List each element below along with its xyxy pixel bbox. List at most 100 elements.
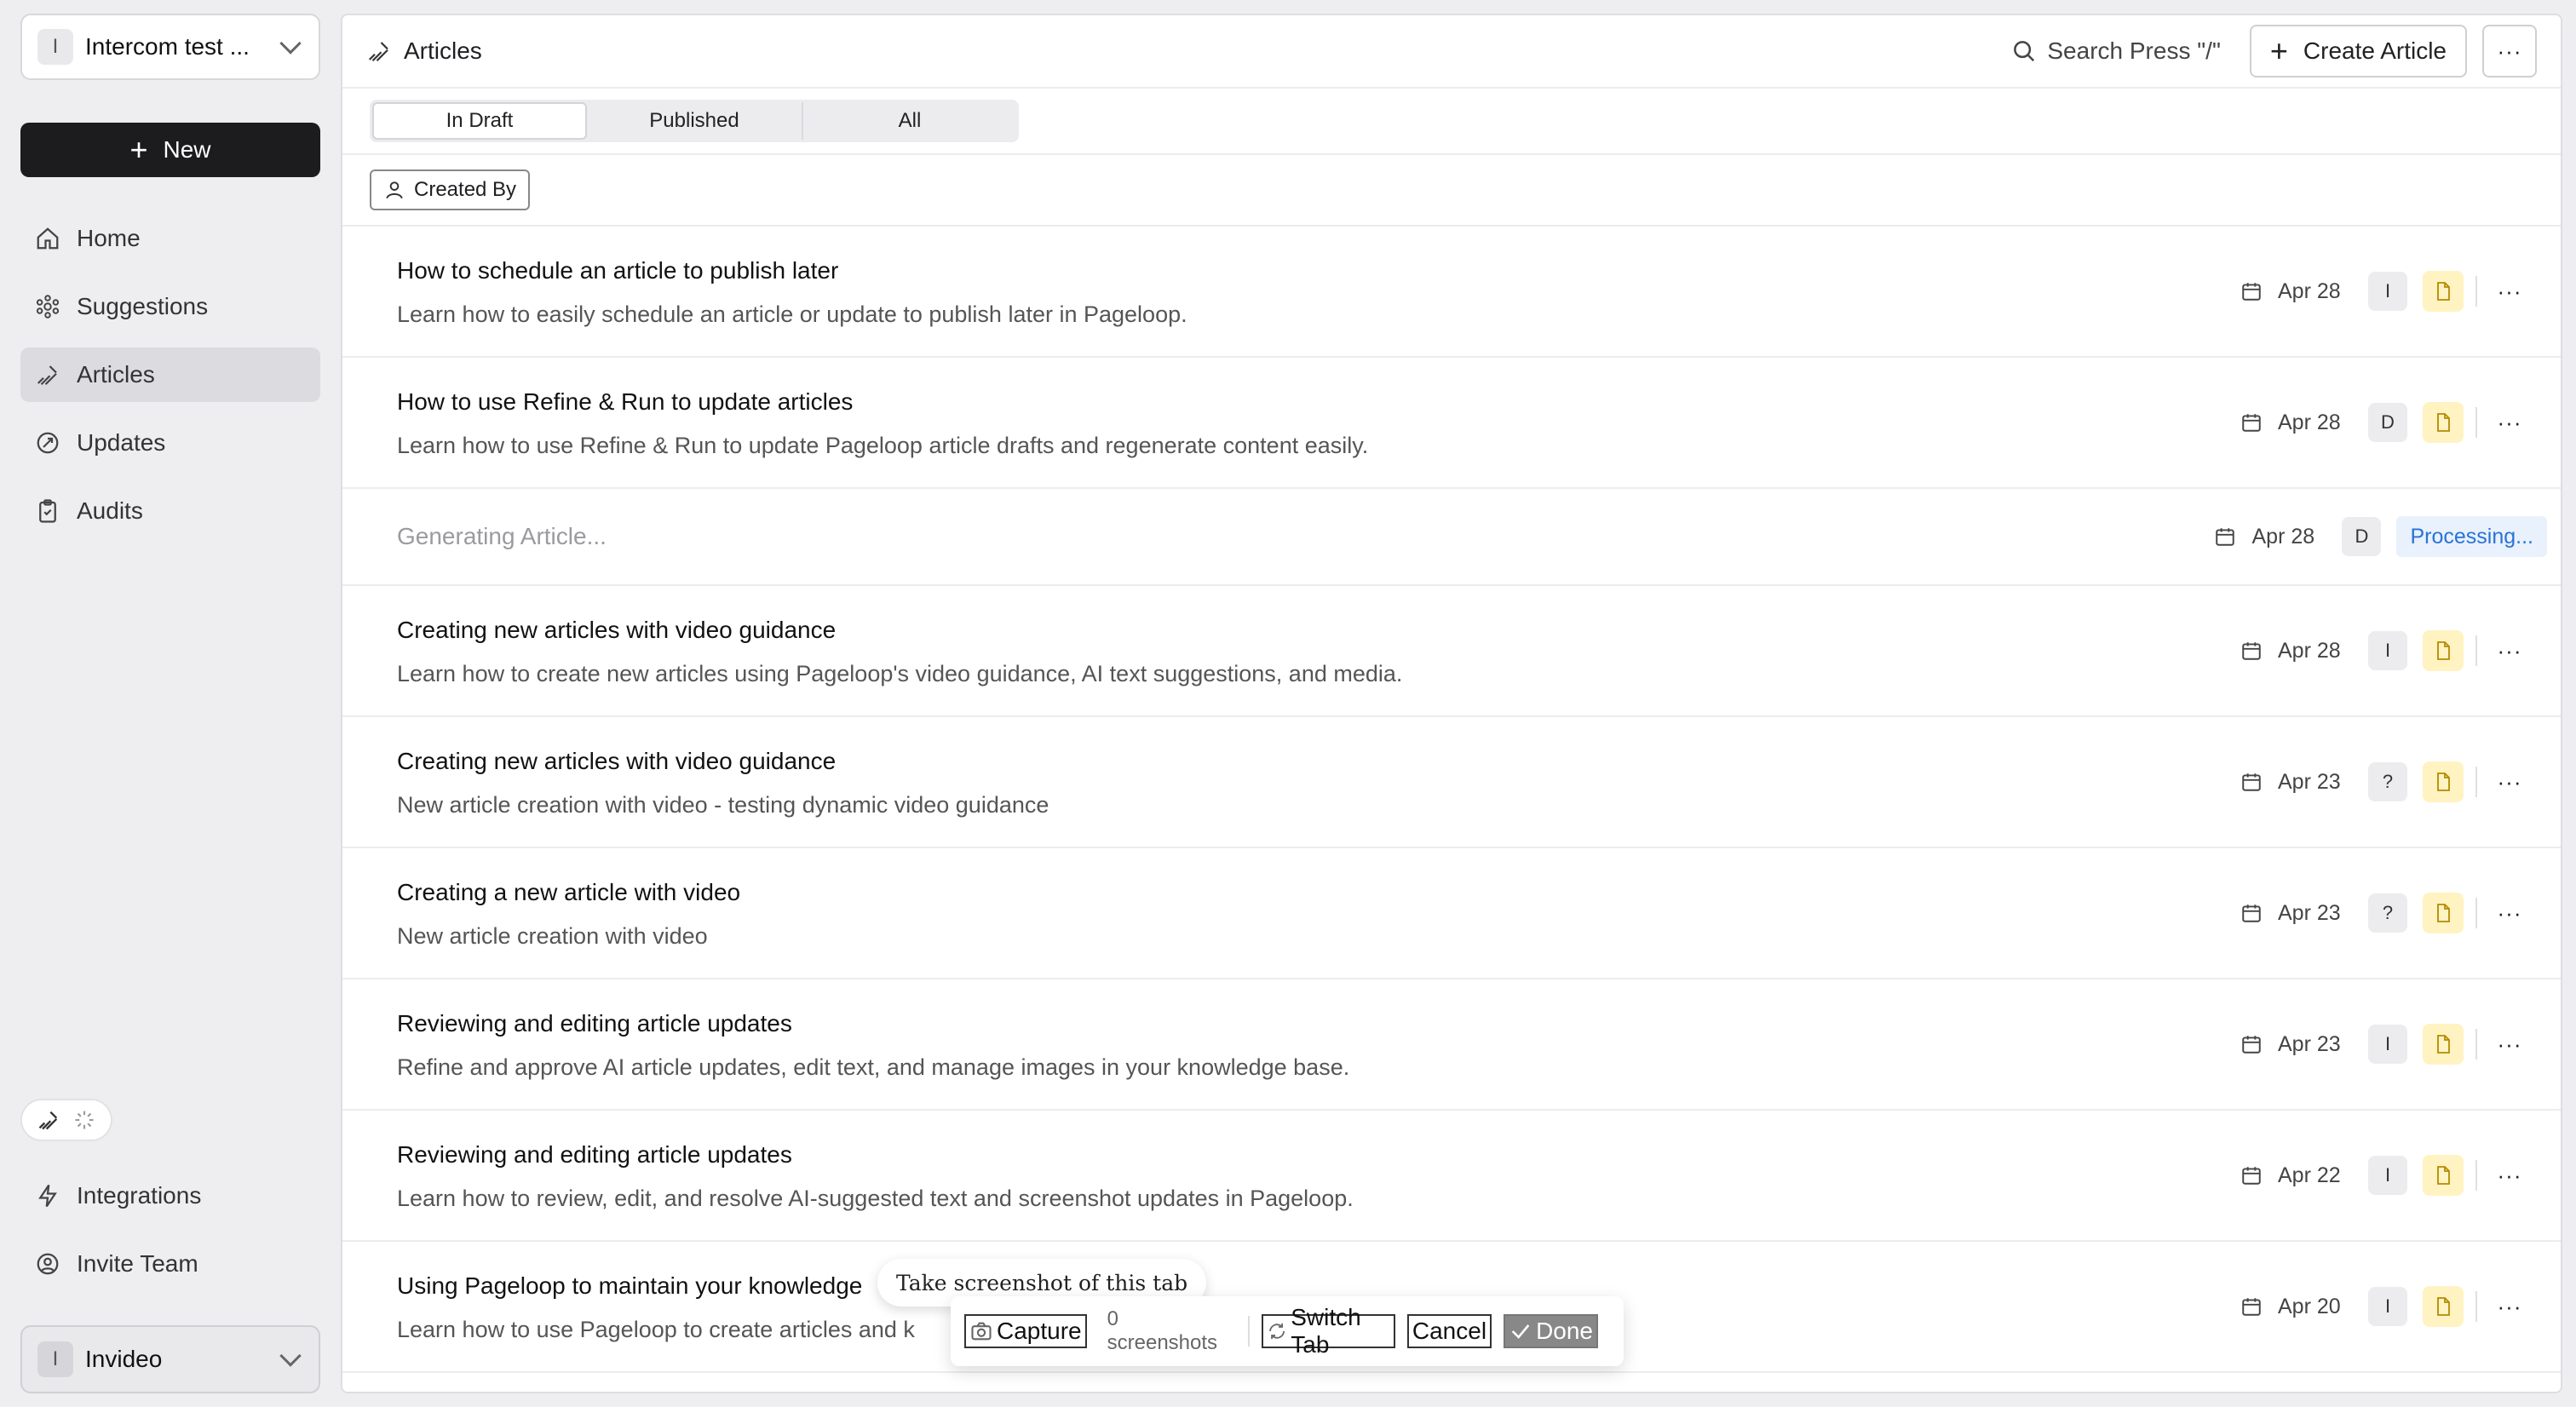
filter-label: Created By <box>414 178 517 201</box>
row-more-button[interactable]: ··· <box>2496 1031 2523 1058</box>
table-row[interactable]: Reviewing and editing article updates Le… <box>342 1111 2561 1242</box>
status-toggle[interactable] <box>20 1099 112 1141</box>
article-list: How to schedule an article to publish la… <box>342 227 2561 1373</box>
tab-in-draft[interactable]: In Draft <box>372 102 587 140</box>
document-icon[interactable] <box>2423 271 2464 312</box>
camera-icon <box>971 1322 992 1341</box>
table-row[interactable]: Reviewing and editing article updates Re… <box>342 979 2561 1111</box>
row-more-button[interactable]: ··· <box>2496 769 2523 795</box>
header: Articles Search Press "/" + Create Artic… <box>342 15 2561 89</box>
search-button[interactable]: Search Press "/" <box>2011 37 2221 65</box>
capture-button[interactable]: Capture <box>964 1314 1087 1348</box>
sidebar-item-label: Invite Team <box>77 1250 198 1277</box>
calendar-icon <box>2242 1036 2261 1054</box>
workspace-avatar: I <box>37 29 73 65</box>
switch-tab-button[interactable]: Switch Tab <box>1262 1304 1395 1358</box>
row-more-button[interactable]: ··· <box>2496 900 2523 927</box>
sidebar: I Intercom test ... + New Home Suggestio… <box>0 0 341 1407</box>
article-description: Refine and approve AI article updates, e… <box>397 1054 1350 1080</box>
table-row[interactable]: How to schedule an article to publish la… <box>342 227 2561 358</box>
row-more-button[interactable]: ··· <box>2496 638 2523 664</box>
new-button[interactable]: + New <box>20 123 320 177</box>
articles-panel: Articles Search Press "/" + Create Artic… <box>341 14 2562 1393</box>
sidebar-item-suggestions[interactable]: Suggestions <box>20 279 320 334</box>
row-text: Generating Article... <box>397 523 607 550</box>
sidebar-item-home[interactable]: Home <box>20 211 320 266</box>
author-avatar: I <box>2368 272 2407 311</box>
organization-selector[interactable]: I Invideo <box>20 1325 320 1393</box>
calendar-icon <box>2242 283 2261 301</box>
article-title: How to schedule an article to publish la… <box>397 257 839 284</box>
document-icon[interactable] <box>2423 761 2464 802</box>
divider <box>2475 635 2477 666</box>
tab-all[interactable]: All <box>802 102 1016 140</box>
document-icon[interactable] <box>2423 1155 2464 1196</box>
workspace-name: Intercom test ... <box>85 33 250 60</box>
workspace-selector[interactable]: I Intercom test ... <box>20 14 320 80</box>
article-title: Using Pageloop to maintain your knowledg… <box>397 1272 863 1299</box>
author-avatar: I <box>2368 631 2407 670</box>
row-meta: Apr 28 I ··· <box>2240 227 2561 356</box>
table-row[interactable]: Creating new articles with video guidanc… <box>342 717 2561 848</box>
user-icon <box>386 181 403 199</box>
divider <box>2475 767 2477 797</box>
sidebar-nav: Home Suggestions Articles Updates Audits <box>20 211 320 552</box>
sidebar-item-integrations[interactable]: Integrations <box>20 1169 320 1223</box>
row-more-button[interactable]: ··· <box>2496 410 2523 436</box>
more-options-button[interactable]: ··· <box>2482 25 2537 78</box>
row-meta: Apr 22 I ··· <box>2240 1111 2561 1240</box>
bolt-icon <box>34 1182 61 1209</box>
capture-label: Capture <box>997 1318 1082 1344</box>
author-avatar: I <box>2368 1156 2407 1195</box>
article-title: Reviewing and editing article updates <box>397 1010 792 1037</box>
calendar-icon <box>2242 1298 2261 1316</box>
document-icon[interactable] <box>2423 402 2464 443</box>
row-more-button[interactable]: ··· <box>2496 1294 2523 1320</box>
created-by-filter[interactable]: Created By <box>370 169 531 210</box>
chevron-down-icon <box>279 32 302 55</box>
table-row[interactable]: Creating new articles with video guidanc… <box>342 586 2561 717</box>
document-icon[interactable] <box>2423 1286 2464 1327</box>
row-more-button[interactable]: ··· <box>2496 1163 2523 1189</box>
article-date: Apr 28 <box>2278 410 2341 434</box>
organization-avatar: I <box>37 1341 73 1377</box>
document-icon[interactable] <box>2423 893 2464 933</box>
article-date: Apr 22 <box>2278 1163 2341 1187</box>
table-row[interactable]: Creating a new article with video New ar… <box>342 848 2561 979</box>
tab-published[interactable]: Published <box>587 102 802 140</box>
refresh-icon <box>1269 1323 1285 1340</box>
author-avatar: I <box>2368 1025 2407 1064</box>
sidebar-item-updates[interactable]: Updates <box>20 416 320 470</box>
article-title: Reviewing and editing article updates <box>397 1141 792 1168</box>
status-tabs: In Draft Published All <box>370 100 1019 142</box>
sidebar-item-invite-team[interactable]: Invite Team <box>20 1237 320 1291</box>
create-article-label: Create Article <box>2303 37 2447 64</box>
create-article-button[interactable]: + Create Article <box>2249 25 2467 78</box>
plus-icon: + <box>129 132 148 167</box>
check-icon <box>1511 1324 1530 1339</box>
loading-spinner-icon <box>75 1111 94 1129</box>
article-title: Creating new articles with video guidanc… <box>397 617 837 643</box>
sidebar-item-audits[interactable]: Audits <box>20 484 320 538</box>
row-text: Using Pageloop to maintain your knowledg… <box>397 1272 915 1343</box>
organization-name: Invideo <box>85 1346 163 1372</box>
filter-row: Created By <box>342 155 2561 227</box>
article-date: Apr 20 <box>2278 1294 2341 1318</box>
table-row[interactable]: How to use Refine & Run to update articl… <box>342 358 2561 489</box>
sidebar-item-articles[interactable]: Articles <box>20 347 320 402</box>
row-more-button[interactable]: ··· <box>2496 279 2523 305</box>
cancel-button[interactable]: Cancel <box>1406 1314 1492 1348</box>
article-date: Apr 23 <box>2278 900 2341 925</box>
document-icon[interactable] <box>2423 1024 2464 1065</box>
row-text: Reviewing and editing article updates Le… <box>397 1141 1354 1212</box>
search-icon <box>2014 41 2035 62</box>
done-button[interactable]: Done <box>1504 1314 1598 1348</box>
sidebar-item-label: Articles <box>77 361 155 388</box>
articles-icon <box>38 1111 58 1130</box>
row-meta: Apr 28 D ··· <box>2240 358 2561 487</box>
document-icon[interactable] <box>2423 630 2464 671</box>
article-date: Apr 23 <box>2278 1031 2341 1056</box>
sidebar-item-label: Updates <box>77 429 166 456</box>
article-date: Apr 28 <box>2278 638 2341 663</box>
row-text: How to schedule an article to publish la… <box>397 257 1187 328</box>
